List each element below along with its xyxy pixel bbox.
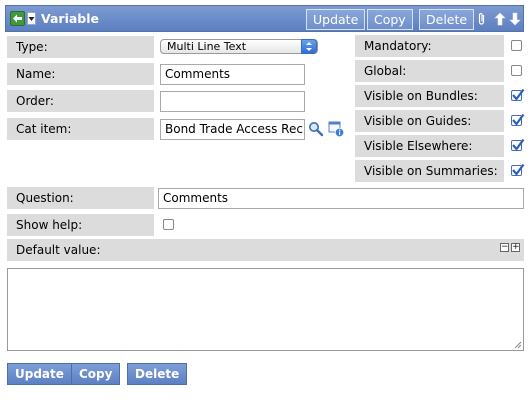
checkmark-icon <box>512 138 525 151</box>
visible-summaries-checkbox[interactable] <box>511 163 525 176</box>
footer-copy-button[interactable]: Copy <box>71 363 121 385</box>
visible-elsewhere-checkbox[interactable] <box>511 138 525 151</box>
mandatory-checkbox[interactable] <box>511 40 522 51</box>
reference-info-icon[interactable] <box>328 121 345 138</box>
visible-summaries-label: Visible on Summaries: <box>355 160 504 182</box>
header-update-button[interactable]: Update <box>306 9 366 30</box>
resize-grip-icon[interactable] <box>514 341 522 349</box>
visible-guides-label: Visible on Guides: <box>355 110 504 132</box>
cat-item-input[interactable]: Bond Trade Access Rec <box>160 119 305 140</box>
global-checkbox[interactable] <box>511 65 522 76</box>
header-copy-button[interactable]: Copy <box>367 9 413 30</box>
mandatory-label: Mandatory: <box>355 35 504 57</box>
default-value-label: Default value: <box>7 239 524 261</box>
question-label: Question: <box>7 187 154 209</box>
arrow-up-icon[interactable] <box>494 12 506 26</box>
question-input[interactable]: Comments <box>158 188 524 209</box>
checkmark-icon <box>512 163 525 176</box>
type-label: Type: <box>7 36 154 58</box>
name-input[interactable]: Comments <box>160 64 305 85</box>
checkmark-icon <box>512 113 525 126</box>
order-label: Order: <box>7 90 154 112</box>
collapse-icon[interactable]: − <box>500 243 509 252</box>
show-help-label: Show help: <box>7 214 154 236</box>
checkmark-icon <box>512 88 525 101</box>
visible-bundles-checkbox[interactable] <box>511 88 525 101</box>
context-menu-icon[interactable] <box>27 12 36 25</box>
cat-item-label: Cat item: <box>7 118 154 140</box>
select-arrows-icon <box>301 39 317 54</box>
footer-delete-button[interactable]: Delete <box>127 363 188 385</box>
visible-bundles-label: Visible on Bundles: <box>355 85 504 107</box>
search-icon[interactable] <box>308 121 324 137</box>
type-select[interactable]: Multi Line Text <box>160 39 318 54</box>
default-value-textarea[interactable] <box>7 268 524 351</box>
name-label: Name: <box>7 63 154 85</box>
visible-guides-checkbox[interactable] <box>511 113 525 126</box>
footer-update-button[interactable]: Update <box>7 363 72 385</box>
page-title: Variable <box>41 11 100 26</box>
show-help-checkbox[interactable] <box>163 219 174 230</box>
arrow-down-icon[interactable] <box>509 12 521 26</box>
back-arrow-icon[interactable] <box>10 11 25 26</box>
paperclip-icon[interactable] <box>476 12 488 26</box>
expand-icon[interactable]: + <box>511 243 520 252</box>
order-input[interactable] <box>160 91 305 112</box>
visible-elsewhere-label: Visible Elsewhere: <box>355 135 504 157</box>
type-select-value: Multi Line Text <box>167 40 247 53</box>
global-label: Global: <box>355 60 504 82</box>
header-delete-button[interactable]: Delete <box>419 9 475 30</box>
form-header: Variable Update Copy Delete <box>5 5 524 32</box>
